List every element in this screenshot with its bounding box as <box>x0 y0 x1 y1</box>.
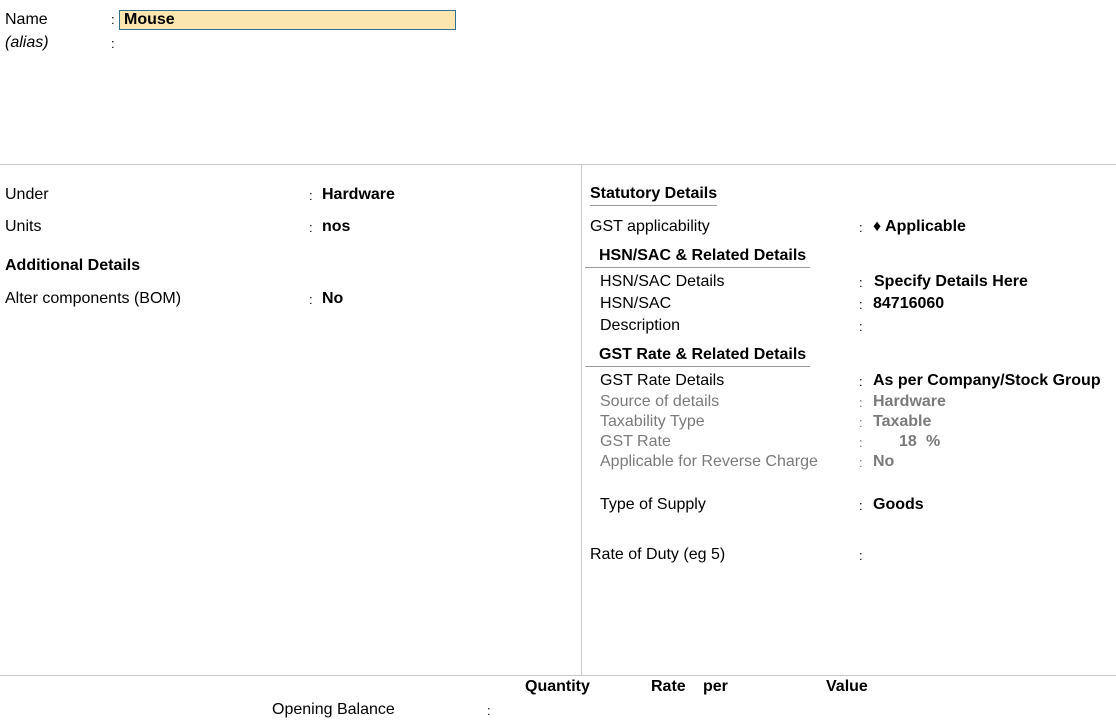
taxability-type-colon: : <box>859 415 863 430</box>
gst-rate-details-label: GST Rate Details <box>600 372 725 389</box>
under-label: Under <box>5 186 49 203</box>
hsn-details-label: HSN/SAC Details <box>600 273 725 290</box>
hsn-heading-underline <box>585 267 810 268</box>
column-divider <box>581 165 582 675</box>
additional-details-heading: Additional Details <box>5 257 141 274</box>
taxability-type-value: Taxable <box>873 413 932 430</box>
name-colon: : <box>111 12 115 27</box>
statutory-heading-underline <box>590 205 717 206</box>
rate-of-duty-colon[interactable]: : <box>859 548 863 563</box>
rate-header: Rate <box>651 678 686 695</box>
opening-balance-label: Opening Balance <box>272 701 395 718</box>
gst-applicability-colon: : <box>859 220 863 235</box>
type-of-supply-colon: : <box>859 498 863 513</box>
hsn-details-value[interactable]: Specify Details Here <box>874 273 1028 291</box>
gst-rate-heading-underline <box>585 366 810 367</box>
per-header: per <box>703 678 728 695</box>
reverse-charge-colon: : <box>859 455 863 470</box>
footer-divider <box>0 675 1116 676</box>
hsn-label: HSN/SAC <box>600 295 672 312</box>
alias-colon[interactable]: : <box>111 36 115 51</box>
alter-components-colon: : <box>309 292 313 307</box>
source-of-details-colon: : <box>859 395 863 410</box>
value-header: Value <box>826 678 868 695</box>
gst-rate-colon: : <box>859 435 863 450</box>
alter-components-value[interactable]: No <box>322 290 343 308</box>
units-label: Units <box>5 218 42 235</box>
name-input[interactable] <box>119 10 456 30</box>
hsn-details-colon: : <box>859 275 863 290</box>
units-value[interactable]: nos <box>322 218 350 236</box>
header-divider <box>0 164 1116 165</box>
opening-balance-colon[interactable]: : <box>487 703 491 718</box>
gst-applicability-value[interactable]: ♦ Applicable <box>873 218 966 236</box>
gst-rate-details-colon: : <box>859 374 863 389</box>
name-label: Name <box>5 11 48 28</box>
reverse-charge-value: No <box>873 453 895 470</box>
quantity-header: Quantity <box>525 678 590 695</box>
alias-label: (alias) <box>5 34 49 51</box>
reverse-charge-label: Applicable for Reverse Charge <box>600 453 818 470</box>
under-colon: : <box>309 188 313 203</box>
gst-rate-label: GST Rate <box>600 433 671 450</box>
source-of-details-value: Hardware <box>873 393 946 410</box>
statutory-details-heading: Statutory Details <box>590 185 718 202</box>
type-of-supply-label: Type of Supply <box>600 496 706 513</box>
hsn-colon: : <box>859 297 863 312</box>
gst-rate-details-value[interactable]: As per Company/Stock Group <box>873 372 1101 390</box>
under-value[interactable]: Hardware <box>322 186 395 204</box>
type-of-supply-value[interactable]: Goods <box>873 496 924 514</box>
hsn-value[interactable]: 84716060 <box>873 295 944 313</box>
gst-rate-unit: % <box>926 433 941 450</box>
gst-applicability-label: GST applicability <box>590 218 710 235</box>
source-of-details-label: Source of details <box>600 393 720 410</box>
gst-rate-section-heading: GST Rate & Related Details <box>599 346 807 363</box>
taxability-type-label: Taxability Type <box>600 413 705 430</box>
description-label: Description <box>600 317 681 334</box>
description-colon[interactable]: : <box>859 319 863 334</box>
gst-rate-value: 18 <box>899 433 917 450</box>
alter-components-label: Alter components (BOM) <box>5 290 182 307</box>
rate-of-duty-label: Rate of Duty (eg 5) <box>590 546 726 563</box>
hsn-section-heading: HSN/SAC & Related Details <box>599 247 807 264</box>
units-colon: : <box>309 220 313 235</box>
